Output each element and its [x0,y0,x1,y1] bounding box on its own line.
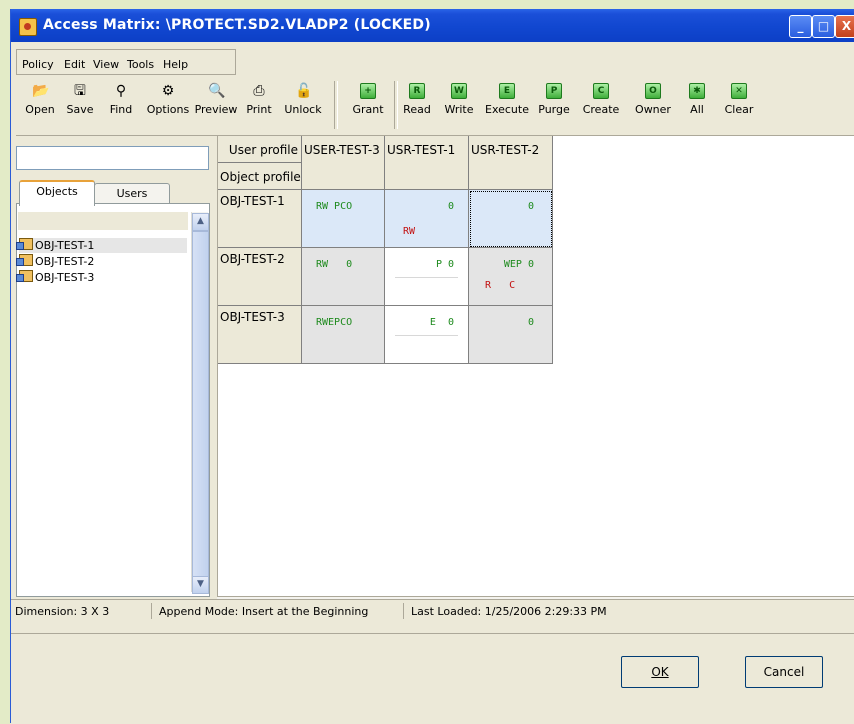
tab-users[interactable]: Users [94,183,170,204]
row-header-object[interactable]: OBJ-TEST-3 [218,306,302,364]
toolbar: 📂 Open 🖫 Save ⚲ Find ⚙ Options 🔍 Preview ⎙ Pri… [16,79,854,134]
minimize-button[interactable]: _ [789,15,812,38]
find-button[interactable]: ⚲ Find [99,79,143,131]
matrix-cell[interactable]: P 0 [385,248,469,306]
grant-icon: + [360,83,376,99]
search-input[interactable] [16,146,209,170]
column-header-user[interactable]: USR-TEST-2 [469,136,553,190]
scroll-thumb[interactable] [192,231,209,577]
objects-panel: OBJ-TEST-1 OBJ-TEST-2 OBJ-TEST-3 ▲ ▼ [16,203,210,597]
window-title: Access Matrix: \PROTECT.SD2.VLADP2 (LOCK… [43,17,431,33]
matrix-cell[interactable]: 0 [469,306,553,364]
menu-help[interactable]: Help [163,58,188,71]
scroll-down-button[interactable]: ▼ [192,576,209,594]
toolbar-separator [394,81,398,129]
all-button[interactable]: ✱ All [679,79,715,131]
write-button[interactable]: W Write [440,79,478,131]
owner-permission-icon: O [645,83,661,99]
matrix-cell[interactable]: E 0 [385,306,469,364]
matrix-cell[interactable]: RW 0 [302,248,385,306]
grant-button[interactable]: + Grant [346,79,390,131]
write-permission-icon: W [451,83,467,99]
dialog-button-bar: OK Cancel [11,633,854,724]
floppy-disk-icon: 🖫 [74,83,86,99]
column-header-user[interactable]: USR-TEST-1 [385,136,469,190]
print-preview-icon: 🔍 [208,83,226,99]
folder-open-icon: 📂 [32,83,50,99]
print-button[interactable]: ⎙ Print [241,79,277,131]
unlock-icon: 🔓 [295,83,313,99]
list-item[interactable]: OBJ-TEST-1 [16,238,187,253]
menu-container: Policy Edit View Tools Help [16,49,236,75]
close-button[interactable]: X [835,15,854,38]
access-matrix-grid: User profile Object profile USER-TEST-3 … [217,136,854,596]
cancel-button[interactable]: Cancel [745,656,823,688]
row-header-object[interactable]: OBJ-TEST-1 [218,190,302,248]
list-item[interactable]: OBJ-TEST-2 [16,254,187,269]
object-profile-icon [16,270,33,282]
toolbar-separator [334,81,338,129]
read-permission-icon: R [409,83,425,99]
app-icon [19,18,37,36]
status-dimension: Dimension: 3 X 3 [15,605,110,618]
matrix-cell[interactable]: RWEPCO [302,306,385,364]
corner-header-object-profile: Object profile [218,163,302,190]
status-last-loaded: Last Loaded: 1/25/2006 2:29:33 PM [411,605,607,618]
execute-permission-icon: E [499,83,515,99]
menu-tools[interactable]: Tools [127,58,154,71]
status-bar: Dimension: 3 X 3 Append Mode: Insert at … [11,599,854,622]
cell-divider [395,277,458,278]
preview-button[interactable]: 🔍 Preview [191,79,241,131]
matrix-cell[interactable]: WEP 0 R C [469,248,553,306]
execute-button[interactable]: E Execute [482,79,532,131]
main-area: Objects Users OBJ-TEST-1 OBJ-TEST-2 OBJ-… [16,135,854,611]
options-icon: ⚙ [161,83,175,99]
status-separator [151,603,152,619]
save-button[interactable]: 🖫 Save [58,79,102,131]
create-button[interactable]: C Create [576,79,626,131]
object-profile-icon [16,254,33,266]
open-button[interactable]: 📂 Open [18,79,62,131]
status-append-mode: Append Mode: Insert at the Beginning [159,605,369,618]
ok-button[interactable]: OK [621,656,699,688]
printer-icon: ⎙ [253,83,265,99]
column-header-user[interactable]: USER-TEST-3 [302,136,385,190]
row-header-object[interactable]: OBJ-TEST-2 [218,248,302,306]
object-profile-icon [16,238,33,250]
read-button[interactable]: R Read [399,79,435,131]
matrix-cell[interactable]: RW PCO [302,190,385,248]
vertical-scrollbar[interactable]: ▲ ▼ [191,212,209,594]
cell-divider [395,335,458,336]
clear-icon: ✕ [731,83,747,99]
corner-header-user-profile: User profile [218,136,302,163]
scroll-up-button[interactable]: ▲ [192,213,209,231]
menu-edit[interactable]: Edit [64,58,85,71]
matrix-cell[interactable]: 0 RW [385,190,469,248]
access-matrix-window: Access Matrix: \PROTECT.SD2.VLADP2 (LOCK… [10,9,854,724]
menu-policy[interactable]: Policy [22,58,54,71]
binoculars-icon: ⚲ [115,83,127,99]
purge-permission-icon: P [546,83,562,99]
clear-button[interactable]: ✕ Clear [721,79,757,131]
tab-objects[interactable]: Objects [19,180,95,206]
menu-view[interactable]: View [93,58,119,71]
options-button[interactable]: ⚙ Options [143,79,193,131]
list-item[interactable]: OBJ-TEST-3 [16,270,187,285]
purge-button[interactable]: P Purge [532,79,576,131]
owner-button[interactable]: O Owner [629,79,677,131]
status-separator [403,603,404,619]
create-permission-icon: C [593,83,609,99]
matrix-cell-selected[interactable]: 0 [469,190,553,248]
all-permissions-icon: ✱ [689,83,705,99]
unlock-button[interactable]: 🔓 Unlock [279,79,327,131]
maximize-button[interactable]: □ [812,15,835,38]
title-bar[interactable]: Access Matrix: \PROTECT.SD2.VLADP2 (LOCK… [11,9,854,42]
list-header [18,212,188,230]
